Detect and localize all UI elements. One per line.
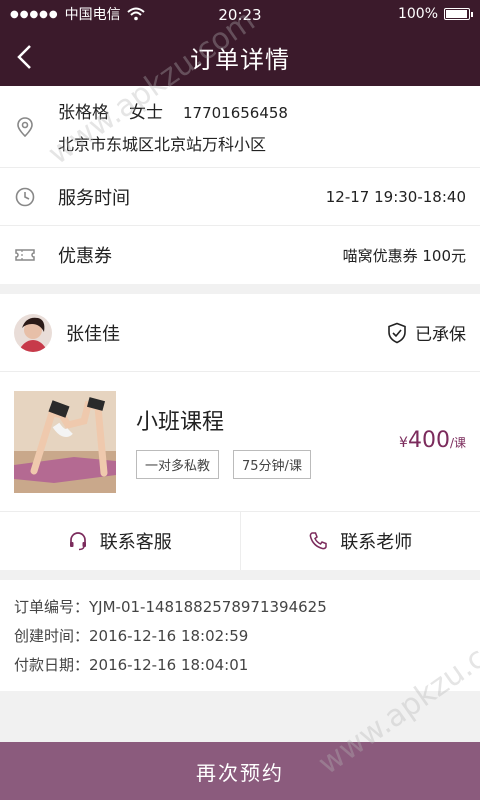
contact-service-label: 联系客服 [99, 532, 172, 553]
teacher-row[interactable]: 张佳佳 已承保 [0, 294, 480, 372]
order-paid-time: 付款日期：2016-12-16 18:04:01 [14, 656, 249, 674]
contact-service-button[interactable]: 联系客服 [0, 512, 240, 570]
order-created-time: 创建时间：2016-12-16 18:02:59 [14, 627, 249, 645]
course-price: ¥ 400 /课 [399, 428, 466, 453]
service-time-value: 12-17 19:30-18:40 [325, 187, 466, 206]
ticket-icon [15, 249, 35, 261]
rebook-button[interactable]: 再次预约 [0, 742, 480, 800]
price-currency: ¥ [399, 435, 408, 451]
page-title: 订单详情 [190, 45, 290, 74]
course-tag: 75分钟/课 [233, 450, 311, 479]
clock: 20:23 [218, 6, 262, 24]
contact-phone: 17701656458 [183, 104, 288, 122]
coupon-row: 优惠券 喵窝优惠券 100元 [0, 226, 480, 284]
teacher-avatar [14, 313, 52, 352]
location-pin-icon [17, 116, 33, 137]
insured-label: 已承保 [415, 325, 466, 345]
contact-teacher-label: 联系老师 [340, 532, 413, 553]
price-amount: 400 [407, 428, 450, 453]
insured-badge: 已承保 [387, 320, 466, 345]
coupon-label: 优惠券 [58, 246, 112, 267]
service-time-row: 服务时间 12-17 19:30-18:40 [0, 168, 480, 226]
course-row[interactable]: 小班课程 一对多私教 75分钟/课 ¥ 400 /课 [0, 372, 480, 512]
nav-bar: 订单详情 [0, 28, 480, 86]
header: ●●●●● 中国电信 20:23 100% 订单详情 [0, 0, 480, 86]
battery-icon [444, 8, 473, 20]
contact-name: 张格格 [58, 103, 109, 123]
course-title: 小班课程 [136, 410, 225, 435]
service-time-label: 服务时间 [58, 187, 130, 209]
address-row[interactable]: 张格格 女士 17701656458 北京市东城区北京站万科小区 [0, 86, 480, 168]
clock-icon [15, 187, 35, 206]
back-arrow-icon[interactable] [12, 42, 38, 72]
status-bar: ●●●●● 中国电信 20:23 100% [0, 0, 480, 28]
course-tag: 一对多私教 [136, 450, 220, 479]
contact-teacher-button[interactable]: 联系老师 [239, 512, 480, 570]
contact-title: 女士 [129, 103, 163, 123]
order-number: 订单编号：YJM-01-1481882578971394625 [14, 598, 327, 616]
course-card: 张佳佳 已承保 小班课程 一对多私教 75分钟/课 ¥ 400 /课 联系客服 … [0, 294, 480, 570]
price-unit: /课 [449, 436, 466, 450]
shield-check-icon [388, 322, 406, 343]
phone-icon [309, 532, 327, 550]
service-address: 北京市东城区北京站万科小区 [58, 135, 267, 154]
teacher-name: 张佳佳 [66, 323, 120, 345]
contact-bar: 联系客服 联系老师 [0, 512, 480, 570]
coupon-value: 喵窝优惠券 100元 [342, 246, 466, 265]
order-summary-card: 张格格 女士 17701656458 北京市东城区北京站万科小区 服务时间 12… [0, 86, 480, 284]
order-info: 订单编号：YJM-01-1481882578971394625 创建时间：201… [0, 580, 480, 691]
headset-icon [69, 532, 86, 551]
course-image [14, 390, 116, 493]
